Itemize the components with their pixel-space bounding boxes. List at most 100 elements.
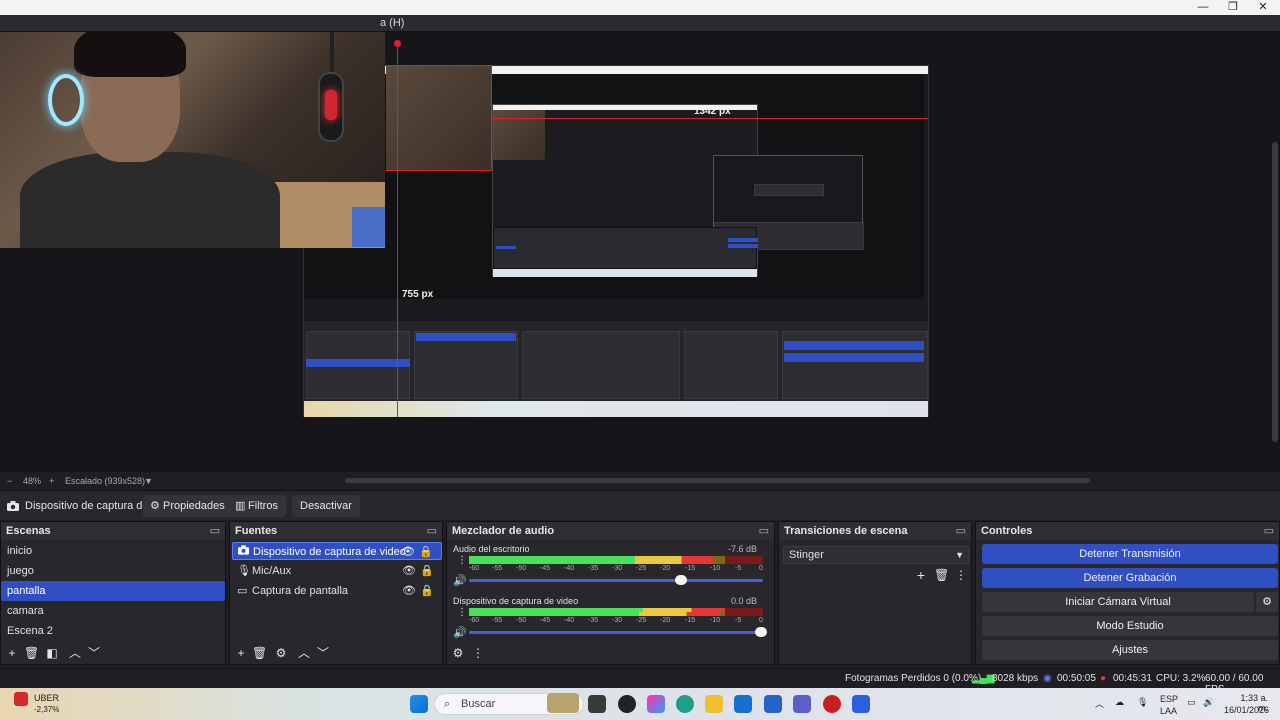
obs-icon[interactable] [618,695,636,713]
task-view-icon[interactable] [588,695,606,713]
remove-scene-icon[interactable]: 🗑 [24,646,39,660]
channel-db: 0.0 dB [730,596,757,606]
chevron-down-icon: ▼ [955,550,964,560]
mixer-menu-icon[interactable]: ⋮ [471,646,485,660]
lock-icon[interactable]: 🔒 [420,562,434,580]
microphone-tray-icon[interactable]: 🎙 [1137,697,1148,708]
minimize-button[interactable]: — [1188,0,1218,15]
dock-float-icon[interactable]: ▭ [210,522,220,540]
maximize-button[interactable]: ❐ [1218,0,1248,15]
scene-item[interactable]: Escena 2 [1,621,225,641]
volume-control: 🔊 [453,574,763,587]
move-down-icon[interactable]: ﹀ [87,646,101,660]
copilot-icon[interactable] [647,695,665,713]
lock-icon[interactable]: 🔒 [419,543,433,561]
windows-taskbar: UBER -2,37% ⌕ Buscar ︿ ☁ 🎙 ESP LAA ▭ 🔊 1… [0,688,1280,720]
edge-icon[interactable] [676,695,694,713]
stop-recording-button[interactable]: Detener Grabación [982,568,1278,588]
advanced-audio-icon[interactable]: ⚙ [451,646,465,660]
cpu-usage: CPU: 3.2% [1156,673,1206,684]
controls-title: Controles ▭ [976,522,1279,540]
settings-button[interactable]: Ajustes [982,640,1278,660]
deactivate-button[interactable]: Desactivar [292,495,360,517]
source-item-screen-capture[interactable]: ▭ Captura de pantalla 👁 🔒 [232,582,442,600]
channel-name: Audio del escritorio [453,544,530,554]
volume-tray-icon[interactable]: 🔊 [1203,697,1214,708]
record-icon: ● [1100,673,1107,684]
add-transition-icon[interactable]: + [914,568,928,582]
remove-transition-icon[interactable]: 🗑 [934,568,949,582]
visibility-eye-icon[interactable]: 👁 [402,562,416,580]
source-properties-icon[interactable]: ⚙ [274,646,288,660]
search-icon: ⌕ [444,698,451,710]
scenes-toolbar: + 🗑 ◧ ︿ ﹀ [1,642,225,664]
remove-source-icon[interactable]: 🗑 [252,646,267,660]
volume-knob[interactable] [755,627,767,637]
file-explorer-icon[interactable] [705,695,723,713]
speaker-icon[interactable]: 🔊 [453,574,467,587]
scene-item[interactable]: juego [1,561,225,581]
channel-name: Dispositivo de captura de video [453,596,579,606]
tray-app-icon[interactable]: ☁ [1115,697,1124,708]
nested-webcam [386,66,492,170]
bitrate: 8028 kbps [992,673,1039,684]
dock-float-icon[interactable]: ▭ [956,522,966,540]
source-item-video-capture[interactable]: Dispositivo de captura de video 👁 🔒 [232,542,442,560]
scale-dropdown-icon[interactable]: ▼ [144,476,153,486]
red-app-icon[interactable] [823,695,841,713]
dock-float-icon[interactable]: ▭ [759,522,769,540]
add-scene-icon[interactable]: + [5,646,19,660]
tray-chevron-icon[interactable]: ︿ [1095,697,1104,710]
preview-vertical-scrollbar[interactable] [1272,142,1278,442]
transition-menu-icon[interactable]: ⋮ [954,568,968,582]
volume-slider[interactable] [469,631,763,634]
virtual-camera-settings-button[interactable]: ⚙ [1256,592,1278,612]
menu-item-help[interactable]: a (H) [380,17,404,29]
selected-source-name: Dispositivo de captura de v [25,500,158,512]
mixer-channel-video-capture: Dispositivo de captura de video 0.0 dB ⋮… [453,596,767,646]
move-down-icon[interactable]: ﹀ [316,646,330,660]
filters-button[interactable]: ▥ Filtros [228,495,286,517]
channel-menu-icon[interactable]: ⋮ [455,554,469,568]
language-top[interactable]: ESP [1160,694,1178,704]
teams-icon[interactable] [793,695,811,713]
scene-filters-icon[interactable]: ◧ [45,646,59,660]
studio-mode-button[interactable]: Modo Estudio [982,616,1278,636]
close-button[interactable]: ✕ [1248,0,1278,15]
mail-icon[interactable] [734,695,752,713]
source-item-mic[interactable]: 🎙 Mic/Aux 👁 🔒 [232,562,442,580]
channel-menu-icon[interactable]: ⋮ [455,606,469,620]
store-icon[interactable] [764,695,782,713]
sources-title: Fuentes ▭ [230,522,442,540]
dock-float-icon[interactable]: ▭ [427,522,437,540]
visibility-eye-icon[interactable]: 👁 [401,543,415,561]
zoom-out-button[interactable]: − [7,476,12,486]
preview-footer: − 48% + Escalado (939x528) ▼ [0,472,1280,490]
scene-item[interactable]: inicio [1,541,225,561]
scene-item-selected[interactable]: pantalla [1,581,225,601]
preview-canvas[interactable]: 1342 px 755 px [0,32,1280,472]
stock-name[interactable]: UBER [34,693,59,703]
properties-button[interactable]: ⚙ Propiedades [143,495,233,517]
stop-streaming-button[interactable]: Detener Transmisión [982,544,1278,564]
move-up-icon[interactable]: ︿ [297,646,311,660]
dock-float-icon[interactable]: ▭ [1264,522,1274,540]
app-icon[interactable] [852,695,870,713]
visibility-eye-icon[interactable]: 👁 [402,582,416,600]
volume-slider[interactable] [469,579,763,582]
zoom-in-button[interactable]: + [49,476,54,486]
speaker-icon[interactable]: 🔊 [453,626,467,639]
network-icon[interactable]: ▭ [1187,697,1196,708]
camera-icon [238,543,250,561]
clock-date: 16/01/2026 [1224,705,1270,715]
transition-select[interactable]: Stinger ▼ [783,546,969,564]
volume-knob[interactable] [675,575,687,585]
move-up-icon[interactable]: ︿ [68,646,82,660]
lock-icon[interactable]: 🔒 [420,582,434,600]
scene-item[interactable]: camara [1,601,225,621]
start-icon[interactable] [410,695,428,713]
start-virtual-camera-button[interactable]: Iniciar Cámara Virtual [982,592,1254,612]
preview-horizontal-scrollbar[interactable] [345,478,1090,483]
add-source-icon[interactable]: + [234,646,248,660]
zoom-level: 48% [23,476,42,486]
